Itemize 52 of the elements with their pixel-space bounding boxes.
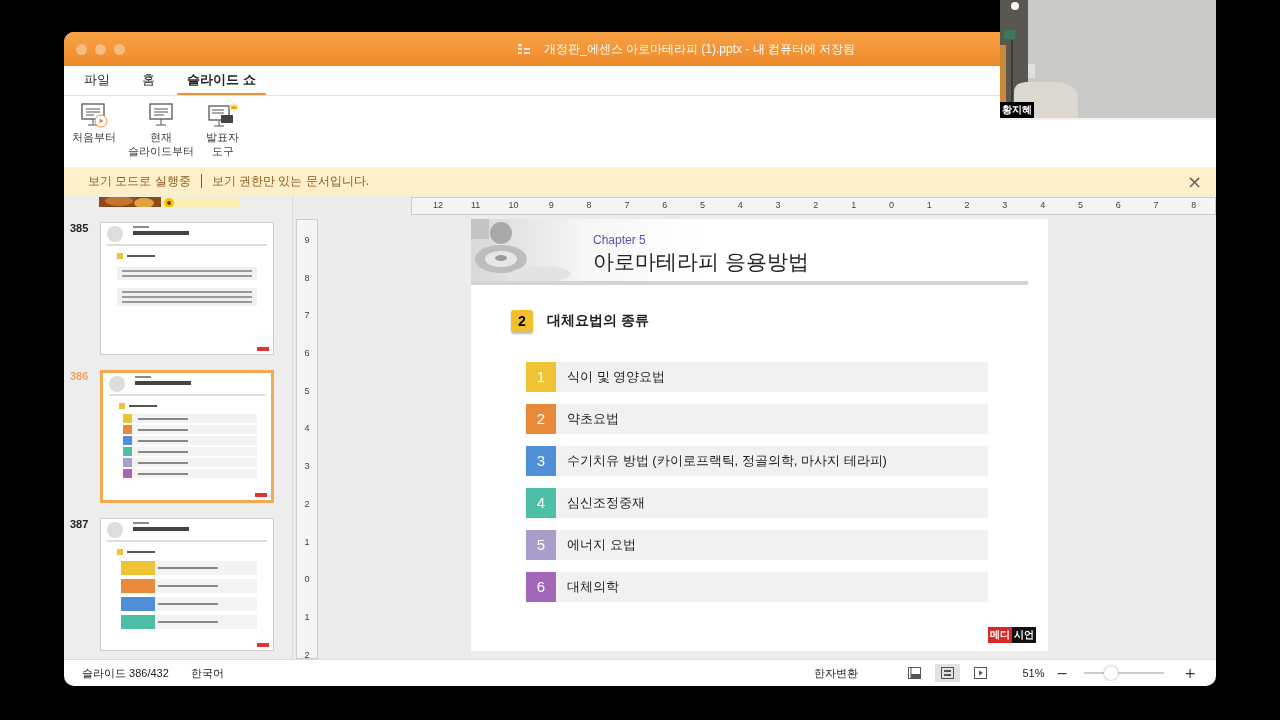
item-text: 약초요법 [567, 410, 619, 428]
slide-counter: 슬라이드 386/432 [82, 665, 169, 681]
slide-number: 385 [70, 222, 90, 234]
slide-thumbnail[interactable] [100, 370, 274, 503]
item-number: 1 [526, 362, 556, 392]
ribbon-button[interactable]: 처음부터 [68, 100, 120, 146]
play-screen-icon [80, 102, 108, 128]
slide-thumbnail[interactable] [100, 222, 274, 355]
item-text: 식이 및 영양요법 [567, 368, 666, 386]
info-text: 보기 권한만 있는 문서입니다. [211, 172, 369, 190]
participant-name: 황지혜 [1000, 102, 1034, 118]
horizontal-ruler: 12 11 10 9 8 7 6 5 4 3 2 1 0 1 2 3 4 5 6 7 8 [411, 197, 1216, 215]
language-label[interactable]: 한국어 [190, 665, 224, 681]
item-number: 4 [526, 488, 556, 518]
logo-text: 메디 [988, 627, 1012, 643]
section-title: 대체요법의 종류 [547, 312, 649, 330]
item-text: 수기치유 방법 (카이로프랙틱, 정골의학, 마사지 테라피) [567, 452, 887, 470]
slide-number: 387 [70, 518, 90, 530]
item-number: 6 [526, 572, 556, 602]
section-number: 2 [511, 310, 533, 332]
screen-icon [147, 102, 175, 128]
slide-thumbnail[interactable] [100, 518, 274, 651]
item-number: 5 [526, 530, 556, 560]
zoom-in-button[interactable]: + [1180, 665, 1200, 681]
play-icon [973, 667, 987, 679]
hanja-button[interactable]: 한자변환 [807, 664, 864, 682]
slide-number: 386 [70, 370, 90, 382]
logo-text: 시언 [1012, 627, 1036, 643]
item-text: 대체의학 [567, 578, 619, 596]
item-text: 에너지 요법 [567, 536, 636, 554]
vertical-ruler: 9 8 7 6 5 4 3 2 1 0 1 2 [296, 219, 318, 659]
item-number: 2 [526, 404, 556, 434]
slider-thumb[interactable] [1103, 666, 1118, 680]
zoom-percent: 51% [1022, 667, 1045, 679]
ribbon-tab[interactable]: 홈 [132, 66, 165, 95]
zoom-out-button[interactable]: − [1052, 665, 1073, 681]
ribbon-button[interactable]: 발표자 도구 [202, 100, 243, 160]
close-button[interactable]: × [1182, 170, 1206, 192]
document-icon [518, 44, 530, 54]
window-title: 개정판_에센스 아로마테라피 (1).pptx - 내 컴퓨터에 저장됨 [544, 40, 856, 58]
list-view-icon [940, 667, 954, 679]
presenter-icon [206, 102, 239, 128]
chapter-label: Chapter 5 [593, 233, 647, 247]
item-number: 3 [526, 446, 556, 476]
info-text: 보기 모드로 실행중 [88, 172, 191, 190]
ribbon-tab[interactable]: 파일 [74, 66, 120, 95]
view-button[interactable] [934, 664, 960, 682]
normal-view-icon [907, 667, 921, 679]
slide-title: 아로마테라피 응용방법 [593, 249, 809, 275]
ribbon-button[interactable]: 현재 슬라이드부터 [124, 100, 198, 160]
ribbon-tab[interactable]: 슬라이드 쇼 [177, 66, 266, 95]
item-text: 심신조정중재 [567, 494, 645, 512]
